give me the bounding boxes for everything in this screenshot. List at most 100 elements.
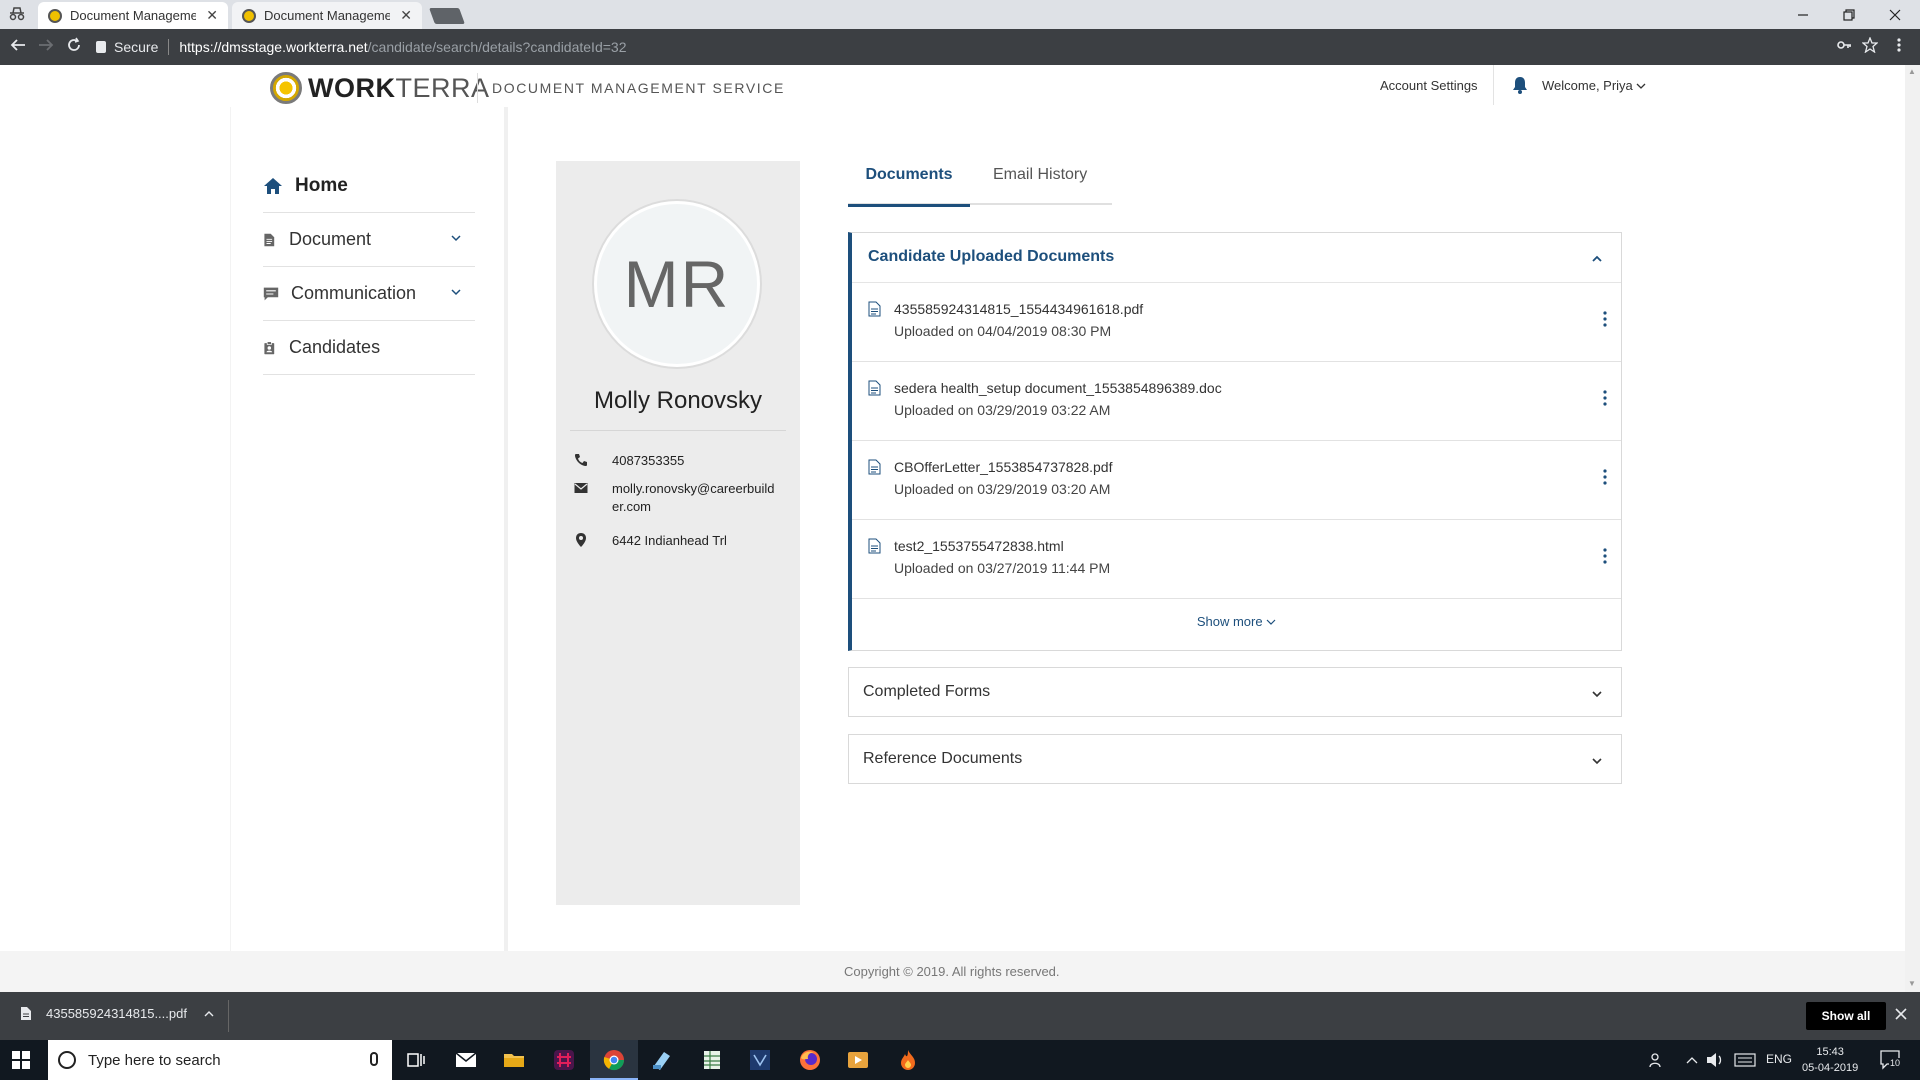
document-name[interactable]: 435585924314815_1554434961618.pdf xyxy=(894,301,1143,317)
document-name[interactable]: CBOfferLetter_1553854737828.pdf xyxy=(894,459,1112,475)
sidebar-item-document[interactable]: Document xyxy=(263,213,475,267)
lock-icon xyxy=(96,41,106,53)
page-scrollbar[interactable]: ▲ ▼ xyxy=(1905,65,1920,992)
candidate-email[interactable]: molly.ronovsky@careerbuilder.com xyxy=(612,480,777,516)
download-item[interactable]: 435585924314815....pdf xyxy=(20,1006,215,1021)
forward-button[interactable] xyxy=(36,37,56,57)
sidebar-item-label: Candidates xyxy=(289,337,381,357)
restore-button[interactable] xyxy=(1826,0,1872,29)
spreadsheet-app-icon[interactable] xyxy=(700,1048,724,1072)
reference-documents-panel[interactable]: Reference Documents xyxy=(848,734,1622,784)
document-upload-date: Uploaded on 03/29/2019 03:20 AM xyxy=(894,481,1111,497)
logo-wordmark: WORKTERRA xyxy=(308,72,490,103)
file-explorer-icon[interactable] xyxy=(502,1048,526,1072)
address-bar[interactable]: Secure https://dmsstage.workterra.net /c… xyxy=(96,33,1886,61)
chevron-up-icon[interactable] xyxy=(1686,1056,1698,1064)
system-clock[interactable]: 15:43 05-04-2019 xyxy=(1802,1044,1858,1076)
scroll-down-icon[interactable]: ▼ xyxy=(1908,979,1916,988)
new-tab-button[interactable] xyxy=(429,8,465,24)
flame-app-icon[interactable] xyxy=(896,1048,920,1072)
home-icon xyxy=(264,177,282,194)
tab-documents[interactable]: Documents xyxy=(848,161,970,207)
chat-icon xyxy=(263,287,279,300)
sidebar-item-label: Document xyxy=(289,229,372,249)
document-name[interactable]: sedera health_setup document_15538548963… xyxy=(894,380,1222,396)
sidebar-item-candidates[interactable]: Candidates xyxy=(263,321,475,375)
more-vertical-icon[interactable] xyxy=(1603,469,1607,485)
bookmark-star-icon[interactable] xyxy=(1861,36,1879,58)
page-content: WORKTERRA DOCUMENT MANAGEMENT SERVICE Ac… xyxy=(0,65,1920,997)
volume-icon[interactable] xyxy=(1706,1052,1724,1068)
close-icon[interactable]: ✕ xyxy=(400,7,412,24)
file-icon xyxy=(868,538,881,554)
more-vertical-icon[interactable] xyxy=(1603,390,1607,406)
sidebar-item-home[interactable]: Home xyxy=(263,159,475,213)
chevron-up-icon[interactable] xyxy=(203,1010,215,1018)
close-download-shelf-button[interactable] xyxy=(1895,1004,1907,1025)
candidate-profile-card: MR Molly Ronovsky 4087353355 molly.ronov… xyxy=(556,161,800,905)
tab-email-history[interactable]: Email History xyxy=(993,161,1087,205)
mail-app-icon[interactable] xyxy=(454,1048,478,1072)
slack-icon[interactable] xyxy=(552,1048,576,1072)
document-row[interactable]: test2_1553755472838.html Uploaded on 03/… xyxy=(852,520,1621,599)
file-icon xyxy=(868,380,881,396)
sidebar-item-communication[interactable]: Communication xyxy=(263,267,475,321)
action-center-button[interactable]: 10 xyxy=(1880,1050,1902,1073)
document-row[interactable]: sedera health_setup document_15538548963… xyxy=(852,362,1621,441)
document-row[interactable]: 435585924314815_1554434961618.pdf Upload… xyxy=(852,283,1621,362)
window-close-button[interactable] xyxy=(1872,0,1918,29)
firefox-icon[interactable] xyxy=(798,1048,822,1072)
bell-icon[interactable] xyxy=(1512,76,1528,94)
browser-tab-title: Document Management xyxy=(264,8,391,23)
panel-title: Candidate Uploaded Documents xyxy=(868,248,1115,265)
minimize-button[interactable] xyxy=(1780,0,1826,29)
workterra-favicon xyxy=(242,8,256,23)
candidate-uploaded-documents-panel: Candidate Uploaded Documents 43558592431… xyxy=(848,232,1622,651)
document-icon xyxy=(264,233,275,246)
visual-studio-icon[interactable] xyxy=(748,1048,772,1072)
document-name[interactable]: test2_1553755472838.html xyxy=(894,538,1064,554)
language-indicator[interactable]: ENG xyxy=(1766,1052,1792,1066)
more-vertical-icon[interactable] xyxy=(1603,311,1607,327)
media-player-icon[interactable] xyxy=(846,1048,870,1072)
completed-forms-panel[interactable]: Completed Forms xyxy=(848,667,1622,717)
notepad-icon[interactable] xyxy=(650,1048,674,1072)
account-settings-link[interactable]: Account Settings xyxy=(1380,78,1478,93)
chevron-down-icon xyxy=(1636,83,1646,89)
taskbar-search-placeholder: Type here to search xyxy=(88,1051,221,1069)
reload-icon xyxy=(68,37,80,51)
scroll-up-icon[interactable]: ▲ xyxy=(1908,67,1916,76)
workterra-logo[interactable]: WORKTERRA xyxy=(270,72,490,104)
document-upload-date: Uploaded on 03/27/2019 11:44 PM xyxy=(894,560,1111,576)
user-menu[interactable]: Welcome, Priya xyxy=(1542,78,1646,93)
file-icon xyxy=(868,301,881,317)
browser-tab-title: Document Management xyxy=(70,8,197,23)
arrow-left-icon xyxy=(10,39,25,51)
browser-tab-2[interactable]: Document Management ✕ xyxy=(232,2,422,29)
microphone-icon[interactable] xyxy=(370,1052,378,1066)
candidate-name: Molly Ronovsky xyxy=(593,387,763,414)
document-row[interactable]: CBOfferLetter_1553854737828.pdf Uploaded… xyxy=(852,441,1621,520)
chevron-down-icon xyxy=(451,235,461,242)
chrome-icon[interactable] xyxy=(602,1048,626,1072)
sidebar: Home Document Communication Candidates xyxy=(230,107,508,997)
taskbar-search-box[interactable]: Type here to search xyxy=(48,1040,392,1080)
show-all-downloads-button[interactable]: Show all xyxy=(1806,1002,1886,1030)
more-vertical-icon[interactable] xyxy=(1603,548,1607,564)
reload-button[interactable] xyxy=(64,37,84,57)
show-more-link[interactable]: Show more xyxy=(852,614,1621,629)
browser-tab-bar: Document Management ✕ Document Managemen… xyxy=(0,0,1920,29)
panel-title: Completed Forms xyxy=(863,683,991,700)
browser-tab-1[interactable]: Document Management ✕ xyxy=(38,2,228,29)
panel-header[interactable]: Candidate Uploaded Documents xyxy=(852,233,1621,283)
chevron-up-icon[interactable] xyxy=(1591,254,1603,264)
browser-menu-icon[interactable] xyxy=(1896,37,1902,58)
keyboard-icon[interactable] xyxy=(1734,1053,1756,1067)
chevron-down-icon xyxy=(1592,691,1602,698)
close-icon[interactable]: ✕ xyxy=(206,7,218,24)
task-view-icon[interactable] xyxy=(404,1048,428,1072)
back-button[interactable] xyxy=(8,37,28,57)
people-icon[interactable] xyxy=(1648,1051,1666,1069)
windows-start-icon[interactable] xyxy=(12,1051,30,1069)
key-icon[interactable] xyxy=(1836,37,1852,58)
